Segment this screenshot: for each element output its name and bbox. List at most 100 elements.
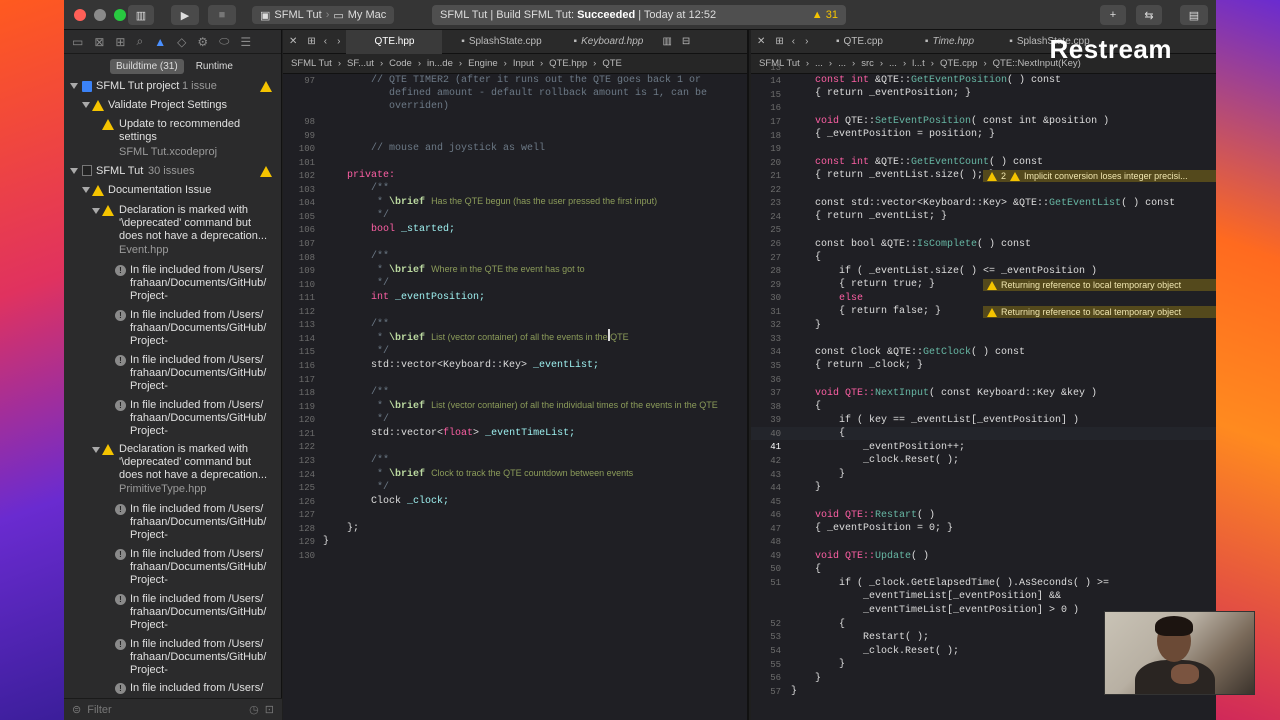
issue-note-row[interactable]: ! In file included from /Users/ frahaan/… [64,309,282,349]
close-window-button[interactable] [74,8,86,21]
folder-icon[interactable]: ▭ [72,35,83,49]
debug-icon[interactable]: ⚙ [197,35,208,49]
code-review-button[interactable]: ⇆ [1136,5,1162,25]
jump-bar-item[interactable]: ... [838,58,846,69]
stop-button[interactable]: ■ [208,5,236,25]
inspector-toggle-button[interactable]: ▤ [1180,5,1208,25]
issue-row[interactable]: Declaration is marked with '\deprecated'… [64,443,282,497]
disclosure-triangle-icon[interactable] [82,102,90,108]
inline-warning[interactable]: 2 Implicit conversion loses integer preci… [983,170,1216,182]
arrows-icon: ⇆ [1144,9,1154,22]
jump-bar-item[interactable]: SF...ut [347,58,374,69]
sidebar-toggle-button[interactable]: ▥ [128,5,154,25]
line-number: 34 [770,347,781,357]
jump-bar-item[interactable]: Code [389,58,412,69]
info-icon: ! [115,683,126,694]
jump-bar-item[interactable]: Input [513,58,534,69]
chevron-right-icon[interactable]: › [799,36,814,47]
issue-group-row[interactable]: Validate Project Settings [64,99,282,113]
disclosure-triangle-icon[interactable] [92,447,100,453]
jump-bar-item[interactable]: l...t [912,58,925,69]
scheme-selector[interactable]: ▣ SFML Tut › ▭ My Mac [252,6,395,24]
find-icon[interactable]: ⌕ [136,34,143,49]
jump-bar-item[interactable]: src [861,58,874,69]
chevron-left-icon[interactable]: ‹ [320,36,331,47]
code-line: { return _eventList.size( ); } [815,170,996,181]
run-button[interactable]: ▶ [171,5,199,25]
project-row[interactable]: SFML Tut project 1 issue [64,80,282,94]
tab-keyboard-hpp[interactable]: ▪ Keyboard.hpp [560,30,656,54]
code-text: ( const int &position ) [971,116,1110,127]
jump-bar-item[interactable]: Engine [468,58,498,69]
doc-close: */ [377,414,390,425]
minimize-window-button[interactable] [94,8,106,21]
line-number: 53 [770,632,781,642]
line-number: 119 [298,402,315,412]
line-number: 49 [770,551,781,561]
issue-note-row[interactable]: ! In file included from /Users/ frahaan/… [64,503,282,543]
issue-note-row[interactable]: ! In file included from /Users/ frahaan/… [64,593,282,633]
segment-buildtime[interactable]: Buildtime (31) [110,58,184,74]
tab-splashstate-cpp[interactable]: ▪ SplashState.cpp [442,30,560,54]
info-icon: ! [115,310,126,321]
segment-runtime[interactable]: Runtime [190,59,239,74]
disclosure-triangle-icon[interactable] [82,187,90,193]
issue-group-row[interactable]: Documentation Issue [64,184,282,198]
disclosure-triangle-icon[interactable] [92,208,100,214]
issue-note-row[interactable]: ! In file included from /Users/ [64,682,282,696]
inline-warning[interactable]: Returning reference to local temporary o… [983,279,1216,291]
issue-row[interactable]: Update to recommended settings SFML Tut.… [64,118,282,160]
jump-bar-item[interactable]: QTE.hpp [549,58,587,69]
info-icon: ! [115,355,126,366]
code-line: { [815,401,822,412]
issue-note-row[interactable]: ! In file included from /Users/ frahaan/… [64,354,282,394]
filter-input[interactable]: Filter [87,704,111,716]
line-number: 41 [770,442,781,452]
grid-icon[interactable]: ⊞ [771,36,787,47]
test-icon[interactable]: ◇ [177,35,186,49]
warning-count-badge[interactable]: ▲ 31 [812,9,838,21]
issue-note-row[interactable]: ! In file included from /Users/ frahaan/… [64,399,282,439]
issue-note-row[interactable]: ! In file included from /Users/ frahaan/… [64,638,282,678]
jump-bar-item[interactable]: in...de [427,58,453,69]
split-editor-icon[interactable]: ▥ [656,36,677,47]
chevron-left-icon[interactable]: ‹ [788,36,799,47]
breakpoint-icon[interactable]: ⬭ [219,34,229,49]
hierarchy-icon[interactable]: ⊞ [115,35,125,49]
destination-icon: ▭ [333,9,344,22]
close-icon[interactable]: ✕ [283,36,303,47]
code-area-left[interactable]: 97 98 99 100 101 102 103 104 105 106 107… [283,74,747,720]
doc-open: /** [371,455,390,466]
issue-note-row[interactable]: ! In file included from /Users/ frahaan/… [64,264,282,304]
recent-filter-icon[interactable]: ◷ [249,703,259,716]
zoom-window-button[interactable] [114,8,126,21]
code-text: ( ) [917,510,936,521]
issue-row[interactable]: Declaration is marked with '\deprecated'… [64,204,282,258]
project-row[interactable]: SFML Tut 30 issues [64,165,282,179]
line-number: 19 [770,144,781,154]
tab-qte-cpp[interactable]: ▪ QTE.cpp [814,30,904,54]
grid-icon[interactable]: ⊞ [303,36,319,47]
disclosure-triangle-icon[interactable] [70,83,78,89]
chevron-right-icon: › [325,9,330,21]
source-control-icon[interactable]: ⊠ [94,35,104,49]
close-icon[interactable]: ✕ [751,36,771,47]
issue-note-row[interactable]: ! In file included from /Users/ frahaan/… [64,548,282,588]
library-button[interactable]: + [1100,5,1126,25]
doc-brief: \brief [389,469,426,480]
jump-bar-item[interactable]: ... [889,58,897,69]
jump-bar-item[interactable]: ... [815,58,823,69]
chevron-right-icon[interactable]: › [331,36,346,47]
jump-bar-item[interactable]: QTE.cpp [940,58,978,69]
jump-bar-item[interactable]: SFML Tut [291,58,332,69]
warning-icon [260,81,272,92]
report-icon[interactable]: ☰ [240,35,251,49]
jump-bar-item[interactable]: QTE [602,58,622,69]
disclosure-triangle-icon[interactable] [70,168,78,174]
tab-time-hpp[interactable]: ▪ Time.hpp [904,30,994,54]
add-editor-icon[interactable]: ⊟ [678,36,694,47]
issue-icon[interactable]: ▲ [154,35,166,49]
tab-qte-hpp[interactable]: QTE.hpp [346,30,443,54]
inline-warning[interactable]: Returning reference to local temporary o… [983,306,1216,318]
warning-filter-icon[interactable]: ⊡ [265,703,274,716]
